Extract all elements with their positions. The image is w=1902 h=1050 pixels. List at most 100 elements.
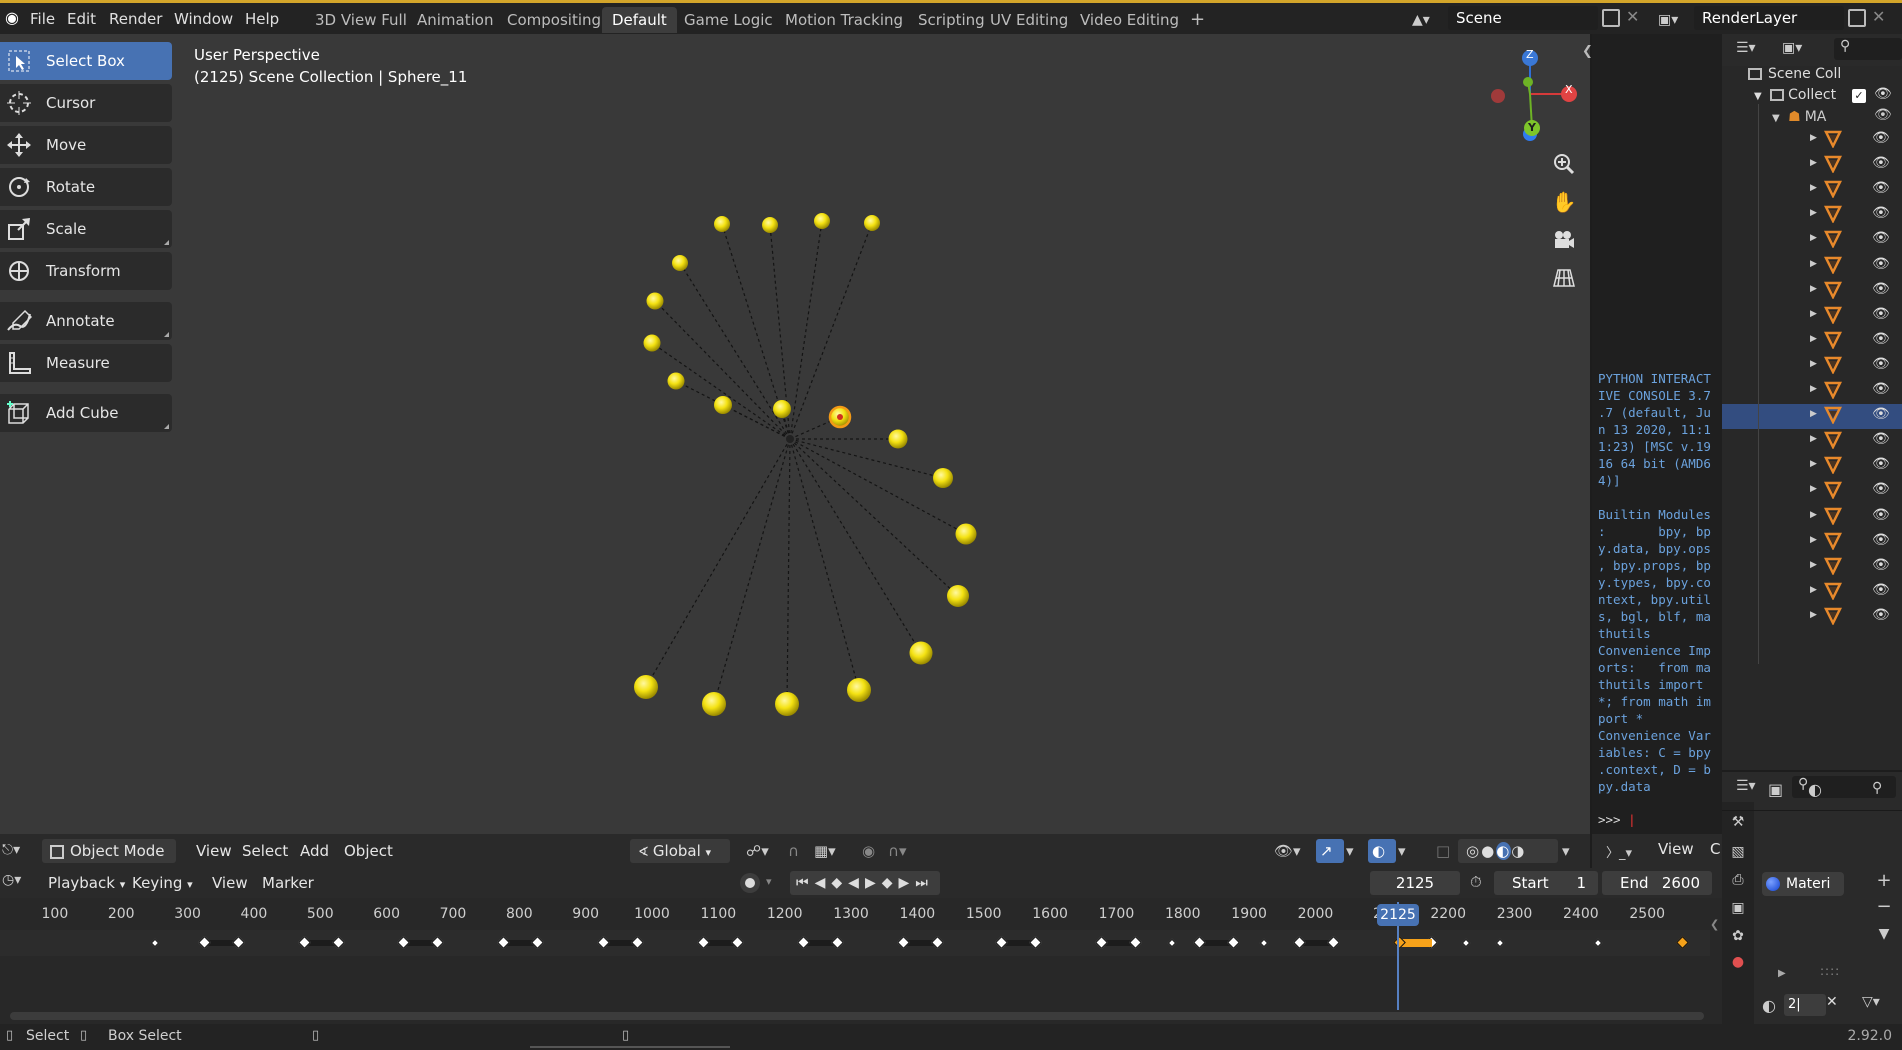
- disclosure-triangle-icon[interactable]: ▶: [1810, 158, 1817, 168]
- outliner-mesh-row[interactable]: ▶ 👁: [1722, 228, 1902, 253]
- pan-hand-icon[interactable]: ✋: [1546, 184, 1582, 220]
- record-button[interactable]: [740, 873, 760, 893]
- object-tab-icon[interactable]: ▣: [1768, 780, 1783, 799]
- eye-icon[interactable]: 👁: [1872, 331, 1890, 347]
- chevron-down-icon[interactable]: ▾: [1396, 839, 1408, 863]
- outliner-mesh-row[interactable]: ▶ 👁: [1722, 254, 1902, 279]
- menu-file[interactable]: File: [22, 6, 63, 32]
- eye-icon[interactable]: 👁: [1872, 532, 1890, 548]
- eye-icon[interactable]: 👁: [1872, 356, 1890, 372]
- horizontal-scrollbar[interactable]: [10, 1012, 1704, 1020]
- outliner-search-icon[interactable]: ⚲: [1834, 38, 1902, 60]
- jump-keyframe-forward-icon[interactable]: ◆▶: [882, 875, 916, 891]
- menu-marker[interactable]: Marker: [254, 871, 322, 895]
- eye-icon[interactable]: 👁: [1872, 381, 1890, 397]
- disclosure-triangle-icon[interactable]: ▶: [1810, 484, 1817, 494]
- outliner-mesh-row[interactable]: ▶ 👁: [1722, 329, 1902, 354]
- overlays-toggle-icon[interactable]: ◐: [1368, 839, 1396, 863]
- solid-shading-icon[interactable]: ●: [1481, 842, 1496, 860]
- view-layer-name-field[interactable]: RenderLayer: [1694, 6, 1844, 30]
- disclosure-triangle-icon[interactable]: ▶: [1810, 233, 1817, 243]
- console-prompt[interactable]: >>> |: [1598, 812, 1636, 827]
- eye-icon[interactable]: 👁: [1872, 557, 1890, 573]
- eye-icon[interactable]: 👁: [1872, 406, 1890, 422]
- tab-motion-tracking[interactable]: Motion Tracking: [775, 7, 913, 33]
- display-mode-icon[interactable]: ▣▾: [1782, 40, 1802, 56]
- armature-row[interactable]: ▼ ☗ MА 👁: [1772, 107, 1902, 125]
- disclosure-triangle-icon[interactable]: ▶: [1810, 334, 1817, 344]
- resize-grip-icon[interactable]: ::::: [1820, 964, 1840, 978]
- 3d-viewport[interactable]: Select Box Cursor Move Rotate Scale Tran…: [0, 34, 1593, 868]
- tab-uv-editing[interactable]: UV Editing: [980, 7, 1078, 33]
- disclosure-triangle-icon[interactable]: ▶: [1810, 409, 1817, 419]
- eye-icon[interactable]: 👁: [1874, 107, 1892, 123]
- new-scene-icon[interactable]: [1602, 9, 1620, 27]
- blender-logo-icon[interactable]: ◉: [2, 8, 22, 28]
- world-tab-icon[interactable]: ●: [1722, 954, 1754, 970]
- disclosure-triangle-icon[interactable]: ▶: [1810, 560, 1817, 570]
- remove-material-slot-button[interactable]: −: [1872, 896, 1896, 920]
- view-layer-selector-icon[interactable]: ▣▾: [1658, 9, 1692, 31]
- outliner-mesh-row[interactable]: ▶ 👁: [1722, 304, 1902, 329]
- output-tab-icon[interactable]: ⎙: [1722, 872, 1754, 888]
- disclosure-triangle-icon[interactable]: ▶: [1810, 434, 1817, 444]
- wireframe-shading-icon[interactable]: ◎: [1466, 842, 1481, 860]
- pivot-point-icon[interactable]: ☍▾: [738, 839, 777, 863]
- console-editor-type-icon[interactable]: 〉_▾: [1606, 842, 1632, 861]
- tab-compositing[interactable]: Compositing: [497, 7, 611, 33]
- eye-icon[interactable]: 👁: [1872, 431, 1890, 447]
- disclosure-triangle-icon[interactable]: ▶: [1810, 208, 1817, 218]
- disclosure-triangle-icon[interactable]: ▶: [1810, 284, 1817, 294]
- collapse-sidebar-icon[interactable]: ❮: [1710, 918, 1719, 931]
- close-icon[interactable]: ✕: [1872, 7, 1885, 26]
- disclosure-triangle-icon[interactable]: ▶: [1810, 183, 1817, 193]
- properties-editor[interactable]: ☰▾ ⚲ ⚒ ▧ ⎙ ▣ ✿ ● ▣ ◐ ⚲ Materi + − ▼ ▶ ::…: [1722, 772, 1902, 1050]
- disclosure-triangle-icon[interactable]: ▶: [1810, 359, 1817, 369]
- chevron-down-icon[interactable]: ▾: [1344, 839, 1356, 863]
- gizmo-toggle-icon[interactable]: ↗: [1316, 839, 1344, 863]
- outliner-mesh-row[interactable]: ▶ 👁: [1722, 555, 1902, 580]
- proportional-edit-icon[interactable]: ◉: [854, 839, 883, 863]
- disclosure-triangle-icon[interactable]: ▶: [1810, 133, 1817, 143]
- zoom-icon[interactable]: [1546, 146, 1582, 182]
- disclosure-triangle-icon[interactable]: ▶: [1810, 309, 1817, 319]
- console-menu-view[interactable]: View: [1658, 840, 1694, 858]
- render-tab-icon[interactable]: ▧: [1722, 844, 1754, 860]
- menu-select[interactable]: Select: [234, 839, 296, 863]
- eye-icon[interactable]: 👁: [1872, 256, 1890, 272]
- menu-help[interactable]: Help: [237, 6, 287, 32]
- material-slot[interactable]: Materi: [1762, 872, 1844, 896]
- disclosure-triangle-icon[interactable]: ▶: [1810, 585, 1817, 595]
- expand-triangle-icon[interactable]: ▶: [1778, 968, 1786, 979]
- close-icon[interactable]: ✕: [1826, 994, 1838, 1010]
- visibility-eye-icon[interactable]: 👁▾: [1266, 839, 1309, 863]
- material-shading-icon[interactable]: ◐: [1496, 842, 1512, 860]
- outliner-editor-type-icon[interactable]: ☰▾: [1736, 40, 1756, 56]
- filter-icon[interactable]: ▽▾: [1862, 994, 1880, 1010]
- outliner-mesh-row[interactable]: ▶ 👁: [1722, 153, 1902, 178]
- console-menu-truncated[interactable]: C: [1710, 840, 1720, 858]
- outliner-mesh-row[interactable]: ▶ 👁: [1722, 479, 1902, 504]
- outliner-mesh-row[interactable]: ▶ 👁: [1722, 279, 1902, 304]
- pin-icon[interactable]: ⚲: [1872, 780, 1882, 796]
- outliner-mesh-row[interactable]: ▶ 👁: [1722, 128, 1902, 153]
- outliner-mesh-row[interactable]: ▶ 👁: [1722, 454, 1902, 479]
- outliner[interactable]: ☰▾ ▣▾ ⚲ Scene Coll ▼ Collect ✓ 👁 ▼ ☗ MА 👁…: [1722, 34, 1902, 778]
- disclosure-triangle-icon[interactable]: ▶: [1810, 384, 1817, 394]
- outliner-mesh-row[interactable]: ▶ 👁: [1722, 580, 1902, 605]
- tab-video-editing[interactable]: Video Editing: [1070, 7, 1189, 33]
- material-browse-icon[interactable]: ◐: [1762, 996, 1776, 1015]
- material-name-field[interactable]: 2|: [1784, 994, 1826, 1016]
- outliner-mesh-row[interactable]: ▶ 👁: [1722, 379, 1902, 404]
- jump-keyframe-back-icon[interactable]: ◀◆: [815, 875, 849, 891]
- material-specials-chevron-down-icon[interactable]: ▼: [1872, 926, 1896, 950]
- add-workspace-button[interactable]: +: [1180, 7, 1215, 33]
- eye-icon[interactable]: 👁: [1872, 205, 1890, 221]
- navigation-gizmo[interactable]: [1470, 48, 1580, 148]
- properties-editor-type-icon[interactable]: ☰▾: [1736, 778, 1756, 794]
- falloff-curve-icon[interactable]: ∩▾: [880, 839, 915, 863]
- tab-animation[interactable]: Animation: [407, 7, 503, 33]
- scene-collection-row[interactable]: Scene Coll: [1748, 66, 1841, 82]
- collection-row[interactable]: ▼ Collect ✓ 👁: [1754, 86, 1902, 103]
- xray-toggle-icon[interactable]: □: [1428, 839, 1458, 863]
